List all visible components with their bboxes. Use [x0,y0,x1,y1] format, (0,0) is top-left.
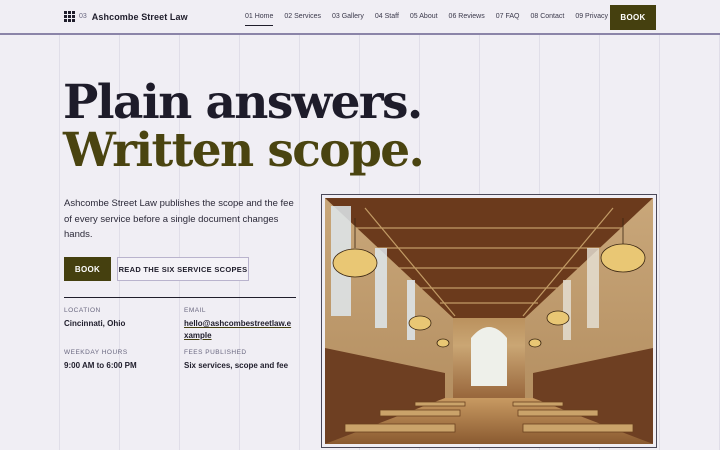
grid-icon [64,11,75,22]
library-photo-frame [321,194,657,448]
brand-name: Ashcombe Street Law [91,11,188,22]
fees-value: Six services, scope and fee [184,361,289,370]
brand-number: 03 [79,13,87,20]
nav-item-about[interactable]: 05 About [410,0,438,33]
book-button[interactable]: BOOK [64,257,111,281]
nav-item-gallery[interactable]: 03 Gallery [332,0,364,33]
brand[interactable]: 03 Ashcombe Street Law [64,11,188,22]
nav-item-faq[interactable]: 07 FAQ [496,0,520,33]
email-link[interactable]: hello@ashcombestreetlaw.example [184,318,294,342]
hero-title-line1: Plain answers. [63,75,423,130]
hours-value: 9:00 AM to 6:00 PM [64,361,137,370]
nav-item-staff[interactable]: 04 Staff [375,0,399,33]
fees-label: FEES PUBLISHED [184,349,247,356]
nav-links: 01 Home 02 Services 03 Gallery 04 Staff … [245,0,619,33]
read-scopes-button[interactable]: READ THE SIX SERVICE SCOPES [117,257,249,281]
top-nav: 03 Ashcombe Street Law 01 Home 02 Servic… [0,0,720,35]
hero-title: Plain answers. Written scope. [63,75,425,178]
nav-item-contact[interactable]: 08 Contact [530,0,564,33]
hero-description: Ashcombe Street Law publishes the scope … [64,198,294,240]
nav-item-home[interactable]: 01 Home [245,0,274,33]
nav-item-reviews[interactable]: 06 Reviews [449,0,485,33]
nav-book-button[interactable]: BOOK [610,5,656,30]
location-label: LOCATION [64,307,101,314]
info-divider [64,297,296,298]
location-value: Cincinnati, Ohio [64,319,126,328]
nav-item-privacy[interactable]: 09 Privacy [575,0,608,33]
nav-item-services[interactable]: 02 Services [284,0,321,33]
hours-label: WEEKDAY HOURS [64,349,128,356]
email-label: EMAIL [184,307,207,314]
hero-title-line2: Written scope. [63,123,425,178]
library-photo [325,198,653,444]
